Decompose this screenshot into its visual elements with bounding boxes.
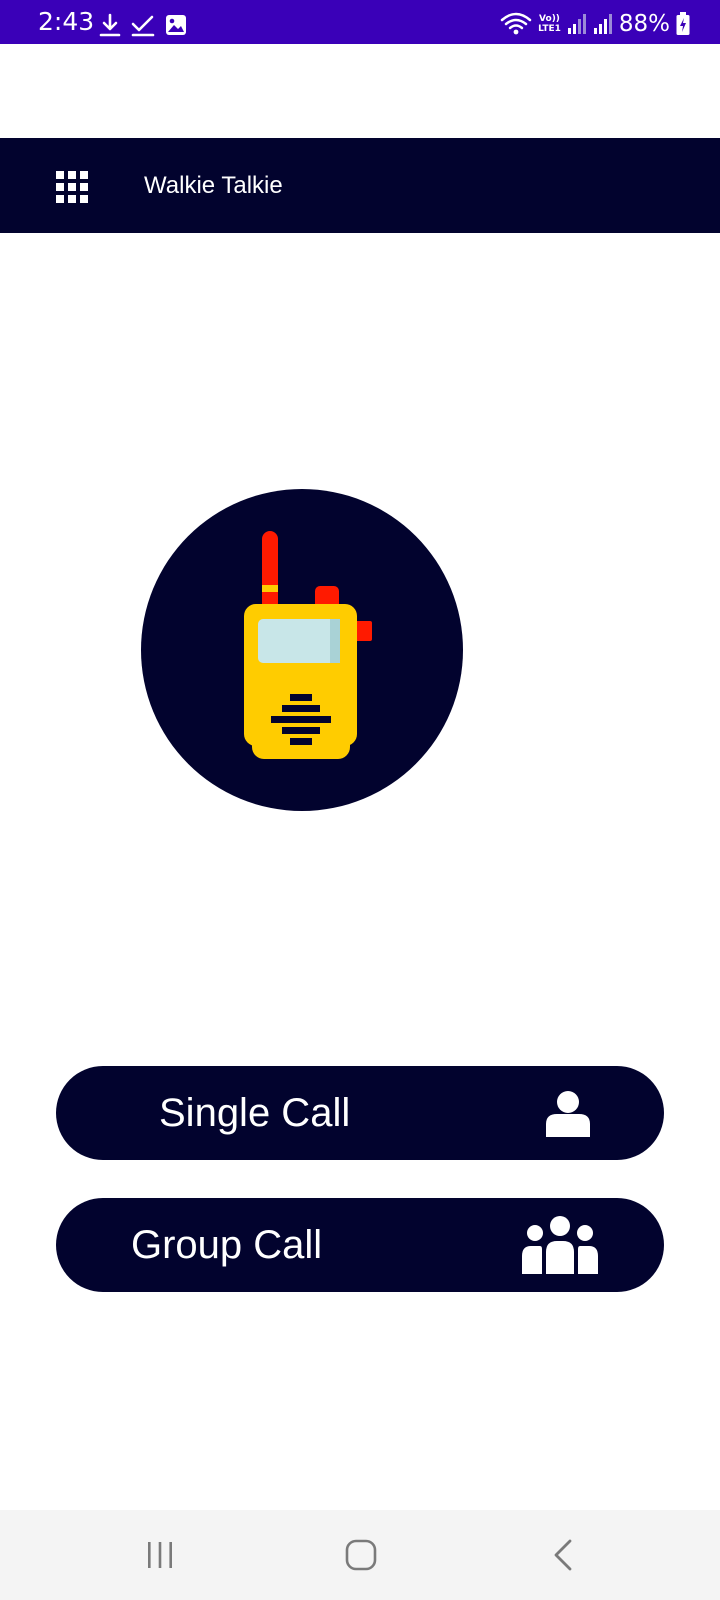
home-icon — [345, 1539, 377, 1571]
lte-label: LTE1 — [538, 24, 561, 34]
single-call-label: Single Call — [159, 1091, 351, 1135]
grid-menu-icon[interactable] — [56, 171, 88, 203]
volte-label: Vo)) — [539, 14, 560, 24]
page-title: Walkie Talkie — [144, 172, 283, 199]
status-bar: 2:43 Vo)) LTE1 88% — [0, 0, 720, 44]
signal-sim2-icon — [593, 14, 612, 34]
hero-logo — [141, 489, 463, 811]
walkie-talkie-icon — [244, 531, 372, 759]
gallery-icon — [166, 15, 186, 35]
status-notification-icons — [98, 12, 188, 38]
recents-button[interactable] — [115, 1510, 205, 1600]
system-navigation-bar — [0, 1510, 720, 1600]
recents-icon — [148, 1542, 172, 1568]
battery-percent: 88% — [618, 11, 670, 37]
volte-lte-indicator: Vo)) LTE1 — [538, 14, 561, 34]
single-call-button[interactable]: Single Call — [56, 1066, 664, 1160]
home-button[interactable] — [316, 1510, 406, 1600]
battery-charging-icon — [676, 12, 690, 35]
signal-sim1-icon — [567, 14, 586, 34]
group-icon — [522, 1216, 598, 1279]
person-icon — [544, 1090, 592, 1143]
group-call-button[interactable]: Group Call — [56, 1198, 664, 1292]
status-system-icons: Vo)) LTE1 88% — [500, 10, 690, 38]
wifi-icon — [500, 12, 532, 35]
back-icon — [554, 1539, 572, 1571]
checkmark-icon — [131, 15, 155, 37]
download-icon — [99, 13, 121, 37]
app-bar: Walkie Talkie — [0, 138, 720, 233]
status-time: 2:43 — [38, 7, 95, 36]
group-call-label: Group Call — [131, 1223, 323, 1267]
back-button[interactable] — [519, 1510, 609, 1600]
